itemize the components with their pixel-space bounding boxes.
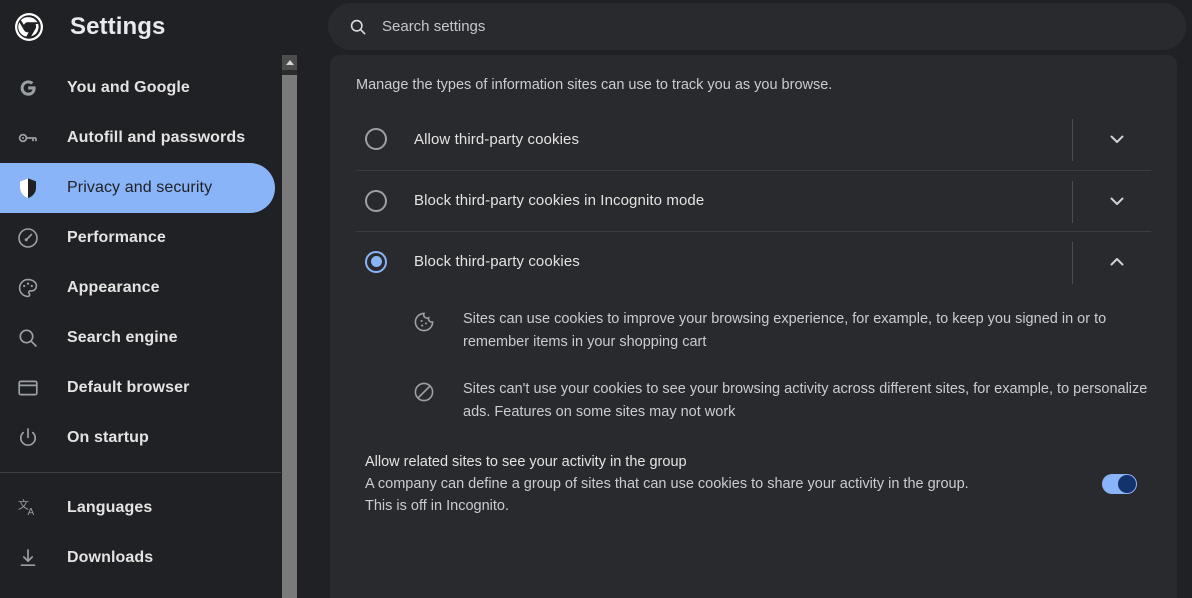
cookie-option-label: Block third-party cookies in Incognito m…: [414, 192, 705, 210]
settings-sidebar: You and Google Autofill and passwords Pr…: [0, 53, 281, 598]
scroll-up-arrow-icon: [285, 60, 294, 65]
related-sites-texts: Allow related sites to see your activity…: [356, 451, 1102, 517]
cookie-option-allow-third-party[interactable]: Allow third-party cookies: [356, 109, 1151, 170]
sidebar-item-search-engine[interactable]: Search engine: [0, 313, 275, 363]
search-icon: [19, 329, 37, 347]
sidebar-item-autofill-and-passwords[interactable]: Autofill and passwords: [0, 113, 275, 163]
page-title: Settings: [70, 12, 166, 40]
sidebar-item-performance[interactable]: Performance: [0, 213, 275, 263]
toggle-knob: [1118, 474, 1136, 493]
speedometer-icon: [18, 228, 38, 248]
detail-text: Sites can't use your cookies to see your…: [463, 381, 1148, 421]
sidebar-item-label: Appearance: [67, 279, 160, 296]
blocked-icon: [414, 382, 434, 402]
related-sites-description-line2: This is off in Incognito.: [365, 497, 510, 514]
sidebar-divider: [0, 472, 281, 473]
power-icon: [19, 428, 37, 447]
search-settings-box[interactable]: [328, 3, 1186, 50]
sidebar-item-label: Downloads: [67, 549, 154, 566]
detail-item-cookies-blocked: Sites can't use your cookies to see your…: [356, 378, 1151, 424]
sidebar-item-label: Default browser: [67, 379, 190, 396]
cookie-option-block-third-party[interactable]: Block third-party cookies: [356, 230, 1151, 292]
palette-icon: [18, 278, 38, 298]
cookie-option-label: Allow third-party cookies: [414, 130, 580, 148]
cookies-settings-card: Manage the types of information sites ca…: [330, 55, 1177, 598]
cookie-options-list: Allow third-party cookies Block third-pa…: [330, 109, 1177, 292]
detail-text: Sites can use cookies to improve your br…: [463, 310, 1107, 350]
sidebar-item-label: Search engine: [67, 329, 178, 346]
sidebar-item-on-startup[interactable]: On startup: [0, 413, 275, 463]
sidebar-item-label: Autofill and passwords: [67, 129, 246, 146]
sidebar-item-you-and-google[interactable]: You and Google: [0, 63, 275, 113]
translate-icon: 文 A: [18, 498, 35, 519]
header-bar: Settings: [0, 0, 1192, 53]
scrollbar-thumb[interactable]: [282, 75, 297, 598]
browser-window-icon: [18, 380, 38, 396]
sidebar-scrollbar[interactable]: [281, 53, 298, 598]
sidebar-item-default-browser[interactable]: Default browser: [0, 363, 275, 413]
row-separator: [1072, 241, 1073, 284]
search-input[interactable]: [382, 18, 1168, 35]
sidebar-item-downloads[interactable]: Downloads: [0, 533, 275, 583]
detail-item-cookies-allowed: Sites can use cookies to improve your br…: [356, 308, 1151, 354]
related-sites-title: Allow related sites to see your activity…: [365, 453, 687, 470]
download-icon: [20, 549, 36, 567]
related-sites-toggle[interactable]: [1102, 473, 1137, 494]
cookie-option-block-incognito[interactable]: Block third-party cookies in Incognito m…: [356, 169, 1151, 231]
row-separator: [1072, 118, 1073, 161]
sidebar-primary-group: You and Google Autofill and passwords Pr…: [0, 53, 281, 463]
section-description: Manage the types of information sites ca…: [356, 77, 833, 93]
cookie-icon: [414, 312, 434, 332]
google-g-icon: [20, 80, 36, 96]
chevron-down-icon[interactable]: [1105, 189, 1129, 213]
row-separator: [1072, 180, 1073, 223]
chrome-logo-icon: [15, 12, 43, 41]
chevron-down-icon[interactable]: [1105, 127, 1129, 151]
shield-icon: [20, 178, 36, 198]
related-sites-row[interactable]: Allow related sites to see your activity…: [356, 451, 1151, 517]
svg-text:A: A: [28, 507, 35, 518]
chevron-up-icon[interactable]: [1105, 250, 1129, 274]
sidebar-item-privacy-and-security[interactable]: Privacy and security: [0, 163, 275, 213]
radio-button[interactable]: [365, 128, 387, 151]
related-sites-description-line1: A company can define a group of sites th…: [365, 475, 969, 492]
sidebar-item-label: Performance: [67, 229, 166, 246]
sidebar-secondary-group: 文 A Languages Downloads: [0, 481, 281, 583]
cookie-option-label: Block third-party cookies: [414, 253, 580, 271]
scrollbar-up-button[interactable]: [282, 55, 297, 70]
sidebar-item-languages[interactable]: 文 A Languages: [0, 483, 275, 533]
radio-button[interactable]: [365, 189, 387, 212]
sidebar-item-label: On startup: [67, 429, 149, 446]
key-icon: [18, 133, 37, 143]
cookie-option-details: Sites can use cookies to improve your br…: [356, 308, 1151, 425]
sidebar-item-label: Languages: [67, 499, 153, 516]
sidebar-item-label: Privacy and security: [67, 179, 213, 196]
settings-page: Settings You and Google: [0, 0, 1192, 598]
radio-button-selected[interactable]: [365, 250, 387, 273]
sidebar-item-appearance[interactable]: Appearance: [0, 263, 275, 313]
sidebar-item-label: You and Google: [67, 79, 190, 96]
search-icon: [350, 19, 366, 34]
